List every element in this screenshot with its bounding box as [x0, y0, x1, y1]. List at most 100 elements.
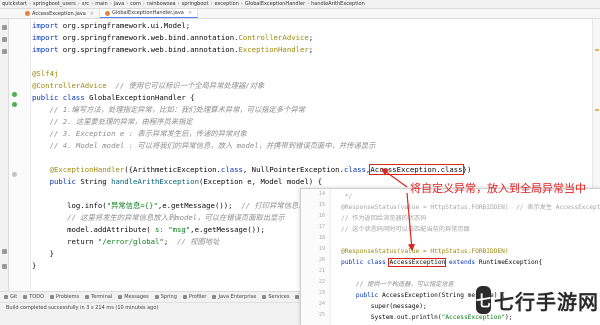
tool-window-icon — [4, 295, 8, 299]
code-token: ; — [308, 33, 314, 42]
project-icon[interactable] — [2, 25, 7, 30]
java-class-icon — [105, 10, 110, 16]
tool-window-button[interactable]: Messages — [118, 294, 149, 300]
code-line: log.info("异常信息={}",e.getMessage()); // 打… — [32, 201, 327, 211]
warning-marker[interactable] — [595, 109, 599, 111]
breadcrumb-item[interactable]: exception — [214, 1, 238, 7]
breadcrumb-item[interactable]: quickstart — [2, 1, 27, 7]
code-token: ({ArithmeticException. — [124, 165, 221, 174]
code-token: ; — [163, 237, 177, 246]
code-line: import org.springframework.ui.Model; — [32, 21, 190, 31]
line-number: 23 — [318, 290, 325, 296]
code-token: (Exception e, Model model) { — [198, 177, 322, 186]
code-line: */ — [341, 191, 352, 202]
breadcrumb-item[interactable]: springboot — [182, 1, 209, 7]
code-token: class — [220, 165, 243, 174]
method-icon[interactable] — [12, 172, 17, 177]
tool-window-button[interactable]: Services — [262, 294, 289, 300]
line-gutter — [9, 19, 31, 291]
tool-window-label: Messages — [124, 294, 149, 300]
breadcrumb-item[interactable]: springboot_users — [33, 1, 76, 7]
commit-icon[interactable] — [2, 37, 7, 42]
bean-icon[interactable] — [12, 102, 17, 107]
editor-tab[interactable]: GlobalExceptionHandler.java × — [100, 9, 199, 18]
tool-window-label: Profiler — [188, 294, 207, 300]
tool-window-button[interactable]: Java Enterprise — [212, 294, 256, 300]
code-token: public — [32, 177, 81, 186]
breadcrumb-item[interactable]: main — [95, 1, 108, 7]
breadcrumb-item[interactable]: handleArithException — [311, 1, 365, 7]
tool-window-button[interactable]: TODO — [23, 294, 44, 300]
tool-window-button[interactable]: Git — [4, 294, 17, 300]
tool-window-label: Spring — [160, 294, 177, 300]
code-line: @Slf4j — [32, 69, 58, 79]
tool-window-label: Terminal — [91, 294, 113, 300]
code-token: org.springframework.web.bind.annotation. — [62, 45, 239, 54]
line-number: 24 — [318, 301, 325, 307]
tool-window-icon — [50, 295, 55, 299]
tool-window-label: Services — [268, 294, 290, 300]
breadcrumb-item[interactable]: java — [114, 1, 124, 7]
tool-window-label: Problems — [56, 294, 80, 300]
code-line: @ExceptionHandler({ArithmeticException.c… — [32, 164, 471, 175]
tool-window-icon — [154, 295, 159, 299]
line-number: 17 — [318, 224, 325, 230]
code-token: // 2. 这里要处理的异常，由程序员来指定 — [32, 117, 193, 126]
close-icon[interactable]: × — [188, 10, 192, 16]
code-token: @Slf4j — [32, 69, 59, 78]
tool-window-label: TODO — [29, 294, 45, 300]
close-icon[interactable]: × — [90, 11, 94, 17]
tool-window-button[interactable]: Terminal — [85, 294, 112, 300]
tool-window-icon — [295, 295, 300, 299]
tool-window-button[interactable]: Spring — [154, 294, 177, 300]
code-line: // 4. Model model : 可以将我们的异常信息，放入 model，… — [32, 141, 376, 151]
highlighted-token: AccessException.class — [369, 164, 464, 175]
bookmarks-icon[interactable] — [2, 264, 7, 269]
code-token: public class — [341, 259, 390, 266]
code-token: // 4. Model model : 可以将我们的异常信息，放入 model，… — [32, 141, 376, 150]
breadcrumb-item[interactable]: com — [130, 1, 141, 7]
editor-tab[interactable]: AccessException.java × — [20, 9, 100, 18]
bean-icon[interactable] — [12, 92, 17, 97]
code-token: @ExceptionHandler — [32, 165, 125, 174]
breadcrumb-item[interactable]: rainbowsea — [147, 1, 176, 7]
code-token: , NullPointerException. — [242, 165, 344, 174]
breadcrumb-separator: › — [126, 1, 129, 7]
code-token: ,e.getMessage()); — [190, 225, 265, 234]
code-token: "异常信息={}" — [106, 201, 158, 210]
code-line: // 3. Exception e : 表示异常发生后，传递的异常对象 — [32, 129, 247, 139]
code-line: } — [32, 249, 54, 259]
code-token: @ResponseStatus(value = HttpStatus.FORBI… — [341, 204, 600, 211]
java-class-icon — [25, 11, 30, 16]
code-token: // 视图地址 — [177, 237, 220, 246]
code-token: model.addAttribute( — [32, 225, 156, 234]
watermark-text: 七行手游网 — [494, 289, 600, 314]
warning-marker[interactable] — [595, 49, 599, 51]
structure-icon[interactable] — [2, 249, 7, 254]
tool-window-button[interactable]: Problems — [50, 294, 79, 300]
code-token: RuntimeException{ — [478, 259, 543, 266]
tool-window-icon — [85, 295, 90, 299]
breadcrumb-separator: › — [210, 1, 213, 7]
code-token: String — [80, 177, 112, 186]
code-token: // 1.编写方法，处理指定异常，比如：我们处理算术异常，可以指定多个异常 — [32, 105, 306, 114]
breadcrumb-separator: › — [240, 1, 243, 7]
breadcrumb-separator: › — [307, 1, 310, 7]
code-token: */ — [341, 193, 353, 200]
tool-window-button[interactable]: Profiler — [182, 294, 207, 300]
breadcrumb-item[interactable]: src — [82, 1, 89, 7]
annotation-note: 将自定义异常，放入到全局异常当中 — [410, 182, 586, 195]
code-line: // 作为返回给浏览器的状态码 — [341, 213, 426, 224]
code-token: import — [32, 21, 63, 30]
tool-window-icon — [212, 295, 217, 299]
tab-label: AccessException.java — [32, 10, 86, 17]
breadcrumb-item[interactable]: GlobalExceptionHandler — [245, 1, 305, 7]
code-line: // 这里将发生的异常信息放入到model，可以在错误页面取出显示 — [32, 213, 285, 223]
code-token: public class — [32, 93, 90, 102]
code-line: @ResponseStatus(value = HttpStatus.FORBI… — [341, 246, 509, 257]
code-token: ControllerAdvice — [238, 33, 309, 42]
breadcrumb: quickstart › springboot_users › src › main › jav… — [0, 0, 600, 9]
pull-requests-icon[interactable] — [2, 49, 7, 54]
editor-tabs: AccessException.java × GlobalExceptionHand… — [0, 9, 600, 19]
code-token: } — [32, 249, 54, 258]
